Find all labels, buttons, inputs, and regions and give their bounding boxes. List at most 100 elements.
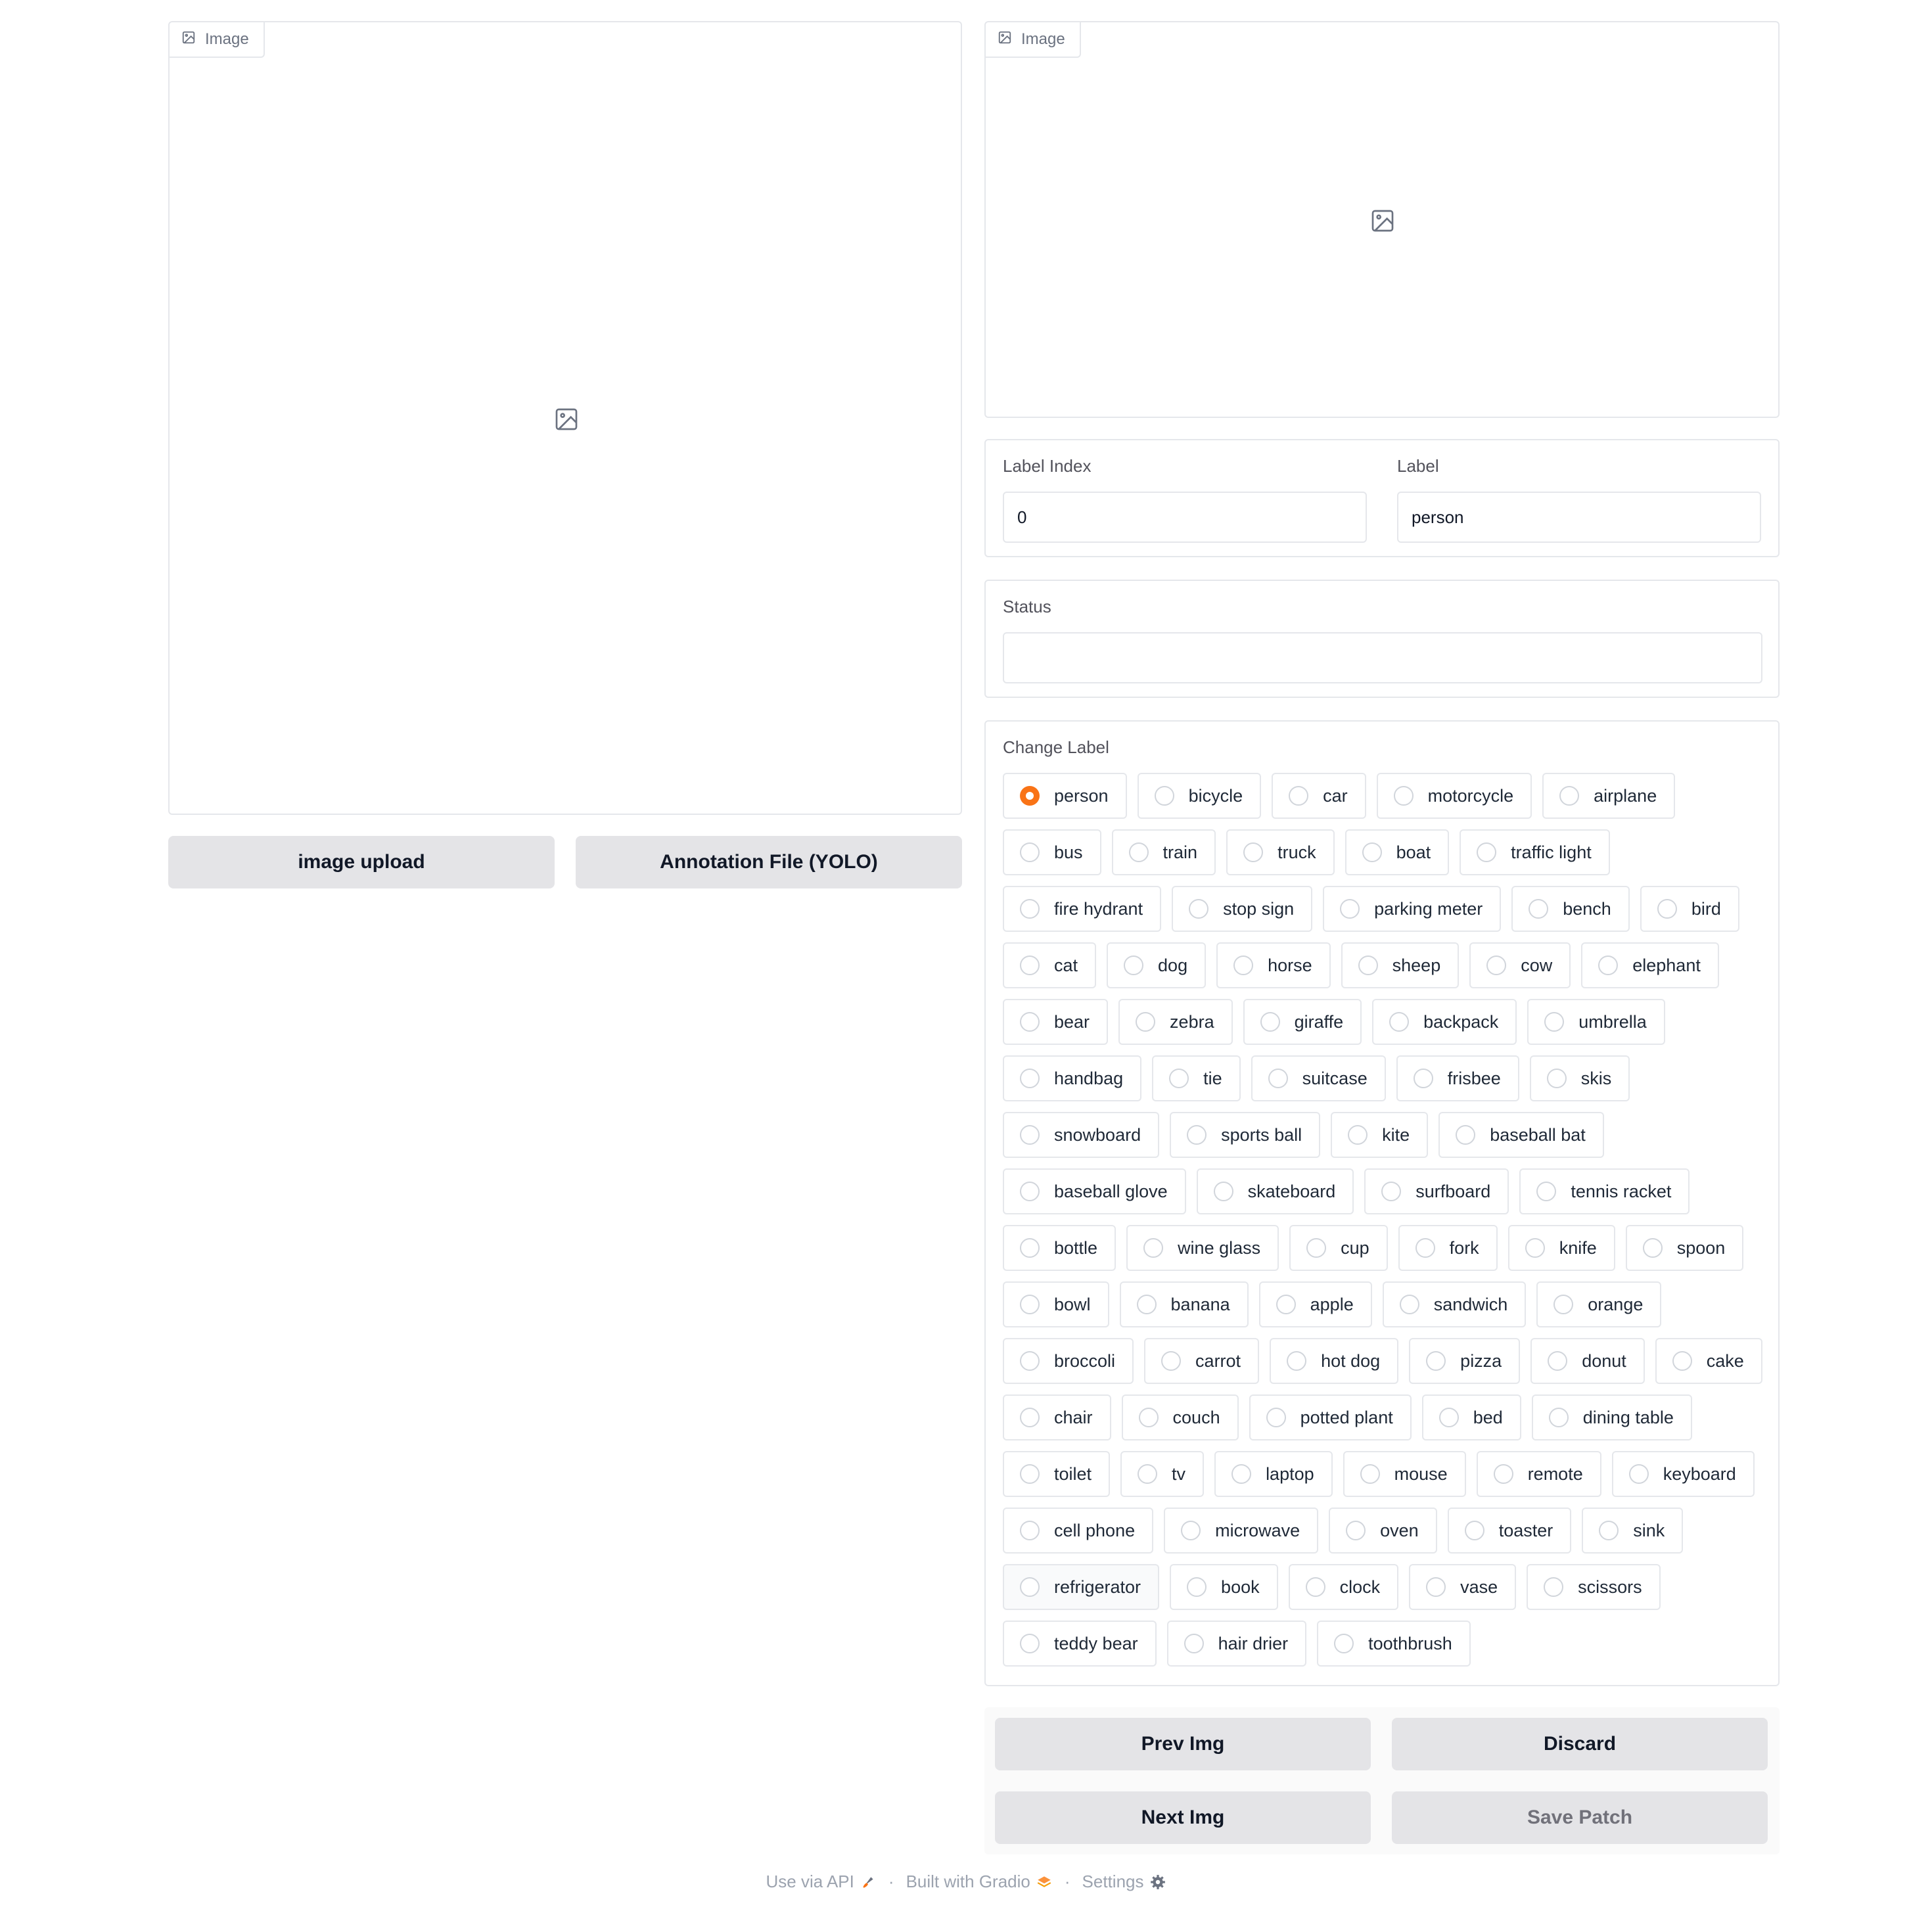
radio-option-potted-plant[interactable]: potted plant [1249,1394,1412,1440]
radio-option-bed[interactable]: bed [1421,1394,1521,1440]
radio-option-horse[interactable]: horse [1216,942,1331,988]
radio-option-bicycle[interactable]: bicycle [1137,773,1262,819]
radio-option-suitcase[interactable]: suitcase [1251,1055,1386,1101]
radio-button[interactable] [1020,1521,1040,1540]
radio-option-bottle[interactable]: bottle [1003,1225,1116,1271]
radio-button[interactable] [1020,1238,1040,1258]
radio-button[interactable] [1393,786,1414,806]
radio-option-toilet[interactable]: toilet [1003,1451,1111,1497]
radio-option-keyboard[interactable]: keyboard [1611,1451,1755,1497]
label-field[interactable]: person [1397,492,1761,543]
status-field[interactable] [1003,632,1762,683]
radio-button[interactable] [1020,1408,1040,1427]
radio-option-cow[interactable]: cow [1469,942,1571,988]
radio-button[interactable] [1381,1182,1402,1201]
radio-button[interactable] [1598,955,1619,975]
radio-button[interactable] [1189,899,1209,919]
radio-option-tie[interactable]: tie [1152,1055,1241,1101]
radio-button[interactable] [1544,1577,1564,1597]
radio-option-broccoli[interactable]: broccoli [1003,1338,1134,1384]
radio-option-umbrella[interactable]: umbrella [1527,999,1665,1045]
radio-button[interactable] [1138,1464,1158,1484]
radio-button[interactable] [1161,1351,1182,1371]
radio-button[interactable] [1187,1577,1207,1597]
image-upload-button[interactable]: image upload [168,836,555,888]
radio-option-cell-phone[interactable]: cell phone [1003,1508,1154,1554]
radio-option-couch[interactable]: couch [1121,1394,1239,1440]
radio-option-mouse[interactable]: mouse [1343,1451,1466,1497]
radio-button[interactable] [1413,1069,1433,1088]
radio-button[interactable] [1628,1464,1649,1484]
radio-button[interactable] [1020,955,1040,975]
radio-button[interactable] [1553,1295,1574,1314]
radio-button[interactable] [1346,1521,1366,1540]
radio-option-parking-meter[interactable]: parking meter [1323,886,1502,932]
radio-button[interactable] [1184,1634,1204,1653]
built-with-gradio-link[interactable]: Built with Gradio [906,1872,1053,1892]
radio-option-kite[interactable]: kite [1331,1112,1429,1158]
radio-option-boat[interactable]: boat [1345,829,1450,875]
radio-button[interactable] [1268,1069,1288,1088]
radio-option-dog[interactable]: dog [1107,942,1207,988]
radio-button[interactable] [1124,955,1144,975]
radio-option-bear[interactable]: bear [1003,999,1109,1045]
radio-button[interactable] [1289,786,1309,806]
radio-option-book[interactable]: book [1170,1564,1278,1610]
radio-option-stop-sign[interactable]: stop sign [1172,886,1313,932]
radio-button[interactable] [1389,1012,1410,1032]
radio-button[interactable] [1340,899,1360,919]
radio-button[interactable] [1187,1125,1207,1145]
radio-option-bench[interactable]: bench [1511,886,1630,932]
radio-option-sandwich[interactable]: sandwich [1382,1281,1527,1327]
radio-option-clock[interactable]: clock [1288,1564,1399,1610]
radio-button[interactable] [1548,1408,1569,1427]
radio-option-laptop[interactable]: laptop [1214,1451,1333,1497]
radio-button[interactable] [1169,1069,1189,1088]
radio-option-truck[interactable]: truck [1226,829,1335,875]
radio-option-vase[interactable]: vase [1409,1564,1517,1610]
radio-option-knife[interactable]: knife [1507,1225,1615,1271]
radio-option-traffic-light[interactable]: traffic light [1460,829,1610,875]
radio-option-chair[interactable]: chair [1003,1394,1111,1440]
radio-option-bus[interactable]: bus [1003,829,1101,875]
radio-button[interactable] [1128,842,1149,862]
radio-button[interactable] [1642,1238,1663,1258]
radio-option-fork[interactable]: fork [1398,1225,1498,1271]
radio-option-baseball-glove[interactable]: baseball glove [1003,1168,1186,1214]
radio-option-refrigerator[interactable]: refrigerator [1003,1564,1160,1610]
radio-option-skis[interactable]: skis [1529,1055,1630,1101]
radio-option-sink[interactable]: sink [1582,1508,1684,1554]
radio-button[interactable] [1415,1238,1435,1258]
radio-button[interactable] [1305,1577,1325,1597]
label-index-field[interactable]: 0 [1003,492,1367,543]
radio-option-tv[interactable]: tv [1120,1451,1205,1497]
radio-button[interactable] [1020,842,1040,862]
radio-button[interactable] [1438,1408,1459,1427]
radio-option-teddy-bear[interactable]: teddy bear [1003,1621,1157,1667]
radio-option-bird[interactable]: bird [1640,886,1739,932]
radio-option-dining-table[interactable]: dining table [1531,1394,1692,1440]
radio-button[interactable] [1231,1464,1252,1484]
radio-button[interactable] [1020,1125,1040,1145]
radio-option-sheep[interactable]: sheep [1341,942,1460,988]
radio-button[interactable] [1287,1351,1307,1371]
radio-button[interactable] [1464,1521,1484,1540]
radio-option-person[interactable]: person [1003,773,1127,819]
left-image-dropzone[interactable]: Image [168,21,962,815]
radio-button[interactable] [1020,1012,1040,1032]
radio-button[interactable] [1477,842,1497,862]
radio-button[interactable] [1266,1408,1286,1427]
radio-option-cup[interactable]: cup [1289,1225,1388,1271]
radio-button[interactable] [1020,1577,1040,1597]
radio-option-scissors[interactable]: scissors [1527,1564,1661,1610]
radio-option-hot-dog[interactable]: hot dog [1270,1338,1399,1384]
radio-option-fire-hydrant[interactable]: fire hydrant [1003,886,1162,932]
radio-button[interactable] [1426,1351,1446,1371]
radio-button[interactable] [1020,786,1040,806]
radio-button[interactable] [1493,1464,1513,1484]
settings-link[interactable]: Settings [1082,1872,1166,1892]
radio-option-zebra[interactable]: zebra [1118,999,1233,1045]
radio-button[interactable] [1672,1351,1692,1371]
radio-button[interactable] [1020,1182,1040,1201]
radio-button[interactable] [1544,1012,1565,1032]
